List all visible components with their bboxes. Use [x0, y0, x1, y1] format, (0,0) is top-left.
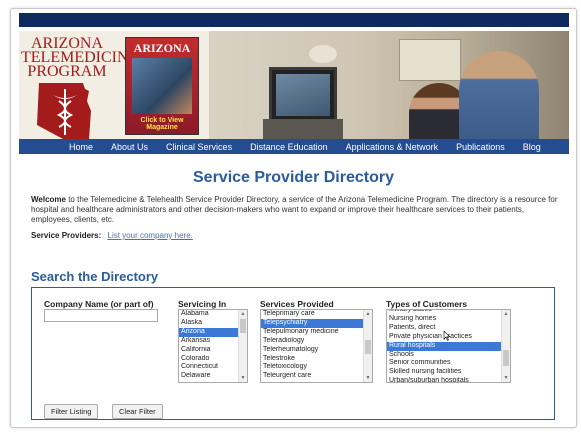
lamp: [309, 45, 337, 63]
list-option[interactable]: Arizona: [179, 327, 247, 337]
list-option[interactable]: Rural hospitals: [387, 341, 510, 351]
logo-text-line: PROGRAM: [27, 63, 107, 80]
list-option[interactable]: Arkansas: [179, 337, 247, 346]
list-option[interactable]: Teletoxicology: [261, 363, 372, 372]
page-title: Service Provider Directory: [193, 169, 394, 186]
listbox-options: Alabama Alaska Arizona Arkansas California Co…: [179, 310, 247, 381]
list-option[interactable]: Telestroke: [261, 355, 372, 364]
list-option[interactable]: Connecticut: [179, 363, 247, 372]
welcome-text: Welcome to the Telemedicine & Telehealth…: [31, 195, 561, 225]
map: [399, 39, 461, 81]
nav-item-about-us[interactable]: About Us: [102, 142, 157, 152]
nav-item-publications[interactable]: Publications: [447, 142, 514, 152]
list-option[interactable]: Telepulmonary medicine: [261, 328, 372, 337]
scrollbar-thumb[interactable]: [240, 319, 246, 333]
scrollbar[interactable]: ▲ ▼: [501, 310, 510, 382]
scroll-up-arrow-icon[interactable]: ▲: [239, 310, 247, 318]
scroll-down-arrow-icon[interactable]: ▼: [364, 374, 372, 382]
list-option[interactable]: Delaware: [179, 372, 247, 381]
service-providers-line: Service Providers: List your company her…: [31, 231, 193, 240]
magazine-cover-photo: [132, 58, 192, 114]
listbox-options: Military bases Nursing homes Patients, dir…: [387, 310, 510, 382]
search-form: Company Name (or part of) Servicing In A…: [31, 287, 555, 420]
types-of-customers-listbox[interactable]: Military bases Nursing homes Patients, dir…: [386, 309, 511, 383]
nav-item-distance-education[interactable]: Distance Education: [241, 142, 337, 152]
filter-listing-button[interactable]: Filter Listing: [44, 404, 99, 419]
list-option[interactable]: Teleprimary care: [261, 310, 372, 319]
list-option[interactable]: Skilled nursing facilities: [387, 368, 510, 377]
list-option[interactable]: Telepsychiatry: [261, 318, 372, 328]
banner: ARIZONA TELEMEDICINE PROGRAM ARIZONA Click…: [19, 31, 569, 147]
nav-item-applications-network[interactable]: Applications & Network: [337, 142, 448, 152]
scrollbar-thumb[interactable]: [365, 340, 371, 354]
mouse-cursor-icon: [443, 331, 451, 341]
nav-item-clinical-services[interactable]: Clinical Services: [157, 142, 241, 152]
company-name-label: Company Name (or part of): [44, 299, 154, 309]
program-logo[interactable]: ARIZONA TELEMEDICINE PROGRAM: [21, 36, 138, 80]
list-option[interactable]: Colorado: [179, 355, 247, 364]
list-option[interactable]: California: [179, 346, 247, 355]
welcome-3: to the Telemedicine & Telehealth Service…: [31, 195, 558, 224]
servicing-in-label: Servicing In: [178, 299, 227, 309]
list-option[interactable]: Senior communities: [387, 359, 510, 368]
list-option[interactable]: Alabama: [179, 310, 247, 319]
scrollbar-thumb[interactable]: [503, 350, 509, 366]
scrollbar[interactable]: ▲ ▼: [238, 310, 247, 382]
list-company-link[interactable]: List your company here.: [108, 231, 193, 240]
scroll-down-arrow-icon[interactable]: ▼: [502, 374, 510, 382]
service-providers-label: Service Providers:: [31, 231, 102, 240]
view-magazine-link[interactable]: Click to View Magazine: [126, 117, 198, 131]
person-standing: [459, 51, 539, 147]
arizona-caduceus-logo-icon: [37, 83, 91, 139]
main-nav: Home About Us Clinical Services Distance Ed…: [19, 139, 569, 154]
servicing-in-listbox[interactable]: Alabama Alaska Arizona Arkansas California Co…: [178, 309, 248, 383]
types-of-customers-label: Types of Customers: [386, 299, 468, 309]
browser-page: ARIZONA TELEMEDICINE PROGRAM ARIZONA Click…: [10, 8, 577, 428]
scroll-down-arrow-icon[interactable]: ▼: [239, 374, 247, 382]
list-option[interactable]: Alaska: [179, 319, 247, 328]
search-heading: Search the Directory: [31, 269, 159, 284]
list-option[interactable]: Nursing homes: [387, 315, 510, 324]
header-strip: [19, 13, 569, 27]
telemedicine-monitor: [269, 67, 337, 123]
scrollbar[interactable]: ▲ ▼: [363, 310, 372, 382]
services-provided-listbox[interactable]: Teleprimary care Telepsychiatry Telepulmon…: [260, 309, 373, 383]
list-option[interactable]: Teleradiology: [261, 337, 372, 346]
screen: [276, 74, 330, 116]
scroll-up-arrow-icon[interactable]: ▲: [364, 310, 372, 318]
nav-item-home[interactable]: Home: [19, 142, 102, 152]
list-option[interactable]: Teleurgent care: [261, 372, 372, 381]
scroll-up-arrow-icon[interactable]: ▲: [502, 310, 510, 318]
list-option[interactable]: Telerheumatology: [261, 346, 372, 355]
magazine-cover[interactable]: ARIZONA Click to View Magazine: [125, 37, 199, 135]
banner-photo: [209, 31, 569, 147]
welcome-2: Welcome: [31, 195, 66, 204]
clear-filter-button[interactable]: Clear Filter: [112, 404, 163, 419]
list-option[interactable]: Urban/suburban hospitals: [387, 377, 510, 382]
listbox-options: Teleprimary care Telepsychiatry Telepulmon…: [261, 310, 372, 381]
magazine-title: ARIZONA: [133, 41, 191, 55]
nav-item-blog[interactable]: Blog: [514, 142, 550, 152]
services-provided-label: Services Provided: [260, 299, 334, 309]
list-option[interactable]: Schools: [387, 351, 510, 360]
company-name-input[interactable]: [44, 309, 158, 322]
